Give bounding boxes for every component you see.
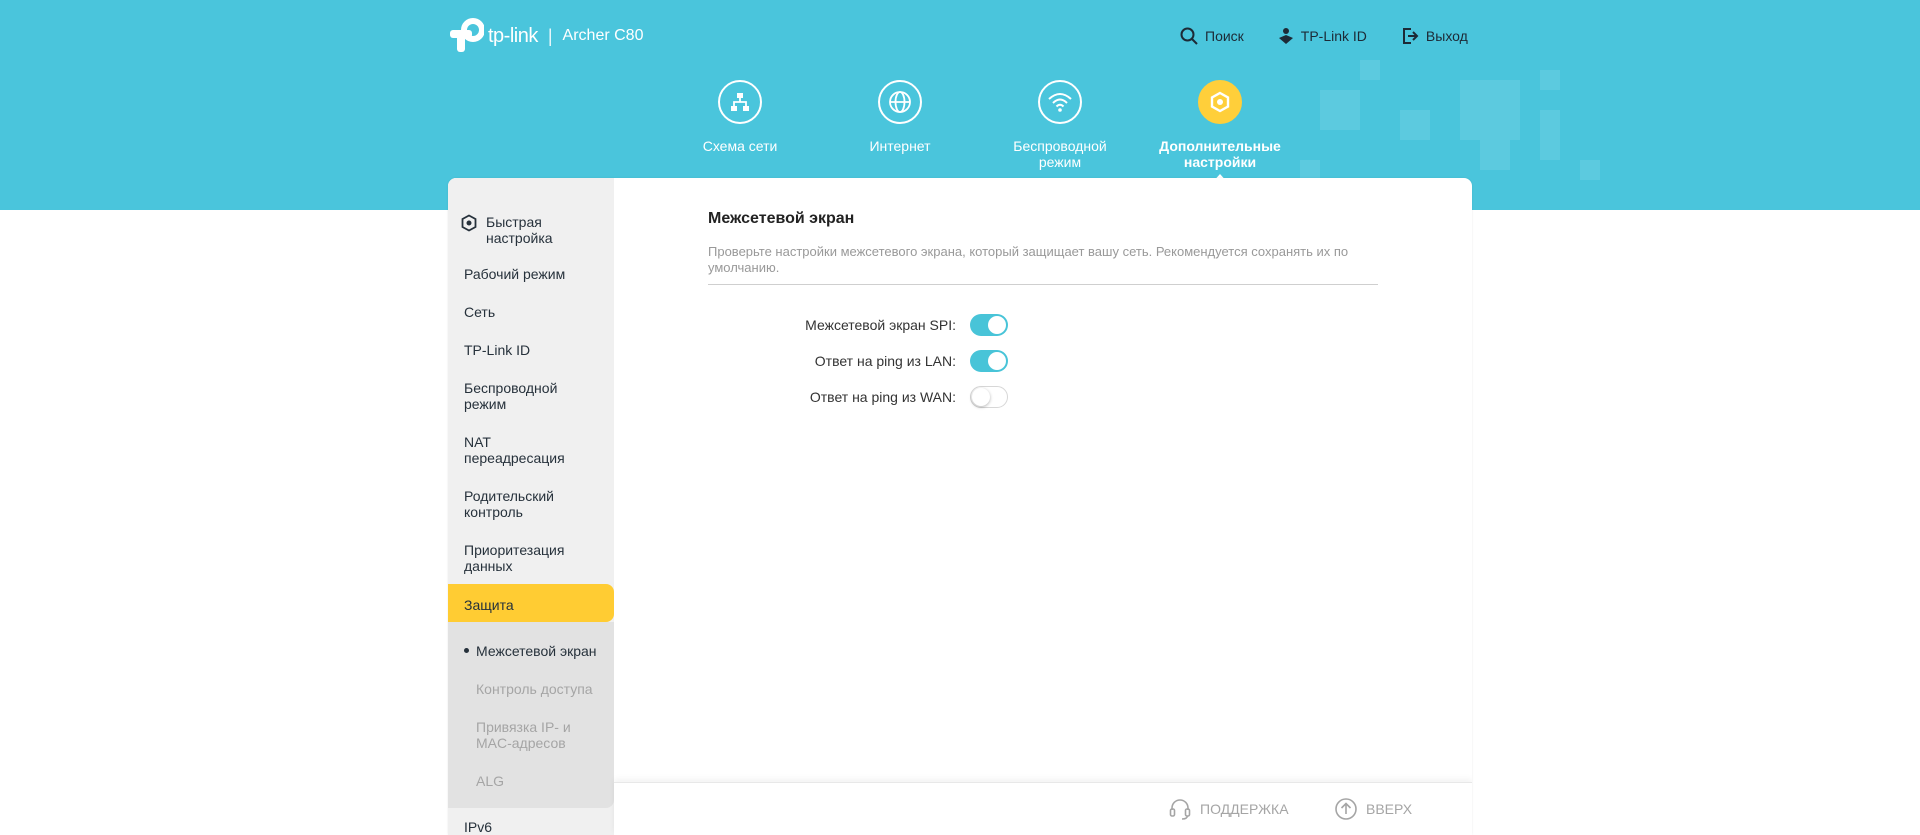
sidebar-item-quick-setup[interactable]: Быстрая настройка xyxy=(460,214,600,246)
support-link[interactable]: ПОДДЕРЖКА xyxy=(1168,797,1289,821)
setting-row-ping-lan: Ответ на ping из LAN: xyxy=(708,350,1008,372)
top-label: ВВЕРХ xyxy=(1366,801,1413,817)
tab-advanced[interactable]: Дополнительные настройки xyxy=(1140,80,1300,184)
sidebar-item-nat[interactable]: NAT переадресация xyxy=(464,434,574,466)
user-icon xyxy=(1278,28,1293,44)
top-nav: Поиск TP-Link ID Выход xyxy=(1180,27,1468,45)
wifi-icon xyxy=(1048,93,1072,112)
main-tabs: Схема сети Интернет Беспроводной режим Д… xyxy=(660,80,1300,184)
sidebar-item-wireless[interactable]: Беспроводной режим xyxy=(464,380,574,412)
globe-icon xyxy=(889,91,911,113)
model-name: Archer C80 xyxy=(562,27,644,44)
sidebar-item-parental[interactable]: Родительский контроль xyxy=(464,488,574,520)
sidebar-item-network[interactable]: Сеть xyxy=(464,304,604,320)
tab-label: Схема сети xyxy=(702,138,778,154)
gear-icon xyxy=(1210,91,1230,113)
spi-firewall-toggle[interactable] xyxy=(970,314,1008,336)
support-label: ПОДДЕРЖКА xyxy=(1200,801,1289,817)
brand: tp-link | Archer C80 xyxy=(448,18,643,54)
gear-icon xyxy=(461,214,477,232)
search-icon xyxy=(1180,27,1198,45)
sidebar-item-security[interactable]: Защита xyxy=(448,584,614,622)
setting-row-spi: Межсетевой экран SPI: xyxy=(708,314,1008,336)
tab-network-map[interactable]: Схема сети xyxy=(660,80,820,170)
tab-label: Интернет xyxy=(869,138,931,154)
headset-icon xyxy=(1169,799,1191,820)
search-button[interactable]: Поиск xyxy=(1180,27,1244,45)
setting-row-ping-wan: Ответ на ping из WAN: xyxy=(708,386,1008,408)
tab-label: Беспроводной режим xyxy=(1013,138,1107,170)
search-label: Поиск xyxy=(1205,28,1244,44)
arrow-up-circle-icon xyxy=(1335,798,1357,820)
sidebar-subitem-firewall[interactable]: Межсетевой экран xyxy=(476,643,610,659)
sidebar-item-operation-mode[interactable]: Рабочий режим xyxy=(464,266,604,282)
ping-lan-toggle[interactable] xyxy=(970,350,1008,372)
setting-label: Ответ на ping из LAN: xyxy=(814,353,956,369)
sidebar-subitem-alg[interactable]: ALG xyxy=(476,773,610,789)
ping-wan-toggle[interactable] xyxy=(970,386,1008,408)
logout-button[interactable]: Выход xyxy=(1401,27,1468,45)
sidebar-item-qos[interactable]: Приоритезация данных xyxy=(464,542,574,574)
page-description: Проверьте настройки межсетевого экрана, … xyxy=(708,244,1378,285)
logout-icon xyxy=(1402,28,1419,44)
tab-internet[interactable]: Интернет xyxy=(820,80,980,170)
tab-label: Дополнительные настройки xyxy=(1159,138,1281,170)
sidebar-subitem-ip-mac-binding[interactable]: Привязка IP- и MAC-адресов xyxy=(476,719,586,751)
sidebar: Быстрая настройка Рабочий режим Сеть TP-… xyxy=(448,178,614,835)
sidebar-item-ipv6[interactable]: IPv6 xyxy=(464,819,604,835)
tp-link-logo-icon xyxy=(448,18,485,54)
sidebar-item-tplink-id[interactable]: TP-Link ID xyxy=(464,342,604,358)
setting-label: Ответ на ping из WAN: xyxy=(809,389,956,405)
tplink-id-label: TP-Link ID xyxy=(1300,28,1367,44)
sidebar-subitem-access-control[interactable]: Контроль доступа xyxy=(476,681,610,697)
logo-text: tp-link xyxy=(488,24,538,47)
tplink-id-button[interactable]: TP-Link ID xyxy=(1278,27,1367,45)
sidebar-item-label: Быстрая настройка xyxy=(486,214,553,246)
main-panel: Быстрая настройка Рабочий режим Сеть TP-… xyxy=(448,178,1472,835)
setting-label: Межсетевой экран SPI: xyxy=(805,317,956,333)
back-to-top-link[interactable]: ВВЕРХ xyxy=(1334,797,1412,821)
page-title: Межсетевой экран xyxy=(708,210,855,227)
firewall-content: Межсетевой экран Проверьте настройки меж… xyxy=(708,210,1378,408)
footer-bar: ПОДДЕРЖКА ВВЕРХ xyxy=(614,782,1472,835)
selected-dot xyxy=(464,648,469,653)
network-map-icon xyxy=(731,93,749,111)
logout-label: Выход xyxy=(1425,28,1468,44)
brand-separator: | xyxy=(547,25,553,46)
tab-wireless[interactable]: Беспроводной режим xyxy=(980,80,1140,170)
